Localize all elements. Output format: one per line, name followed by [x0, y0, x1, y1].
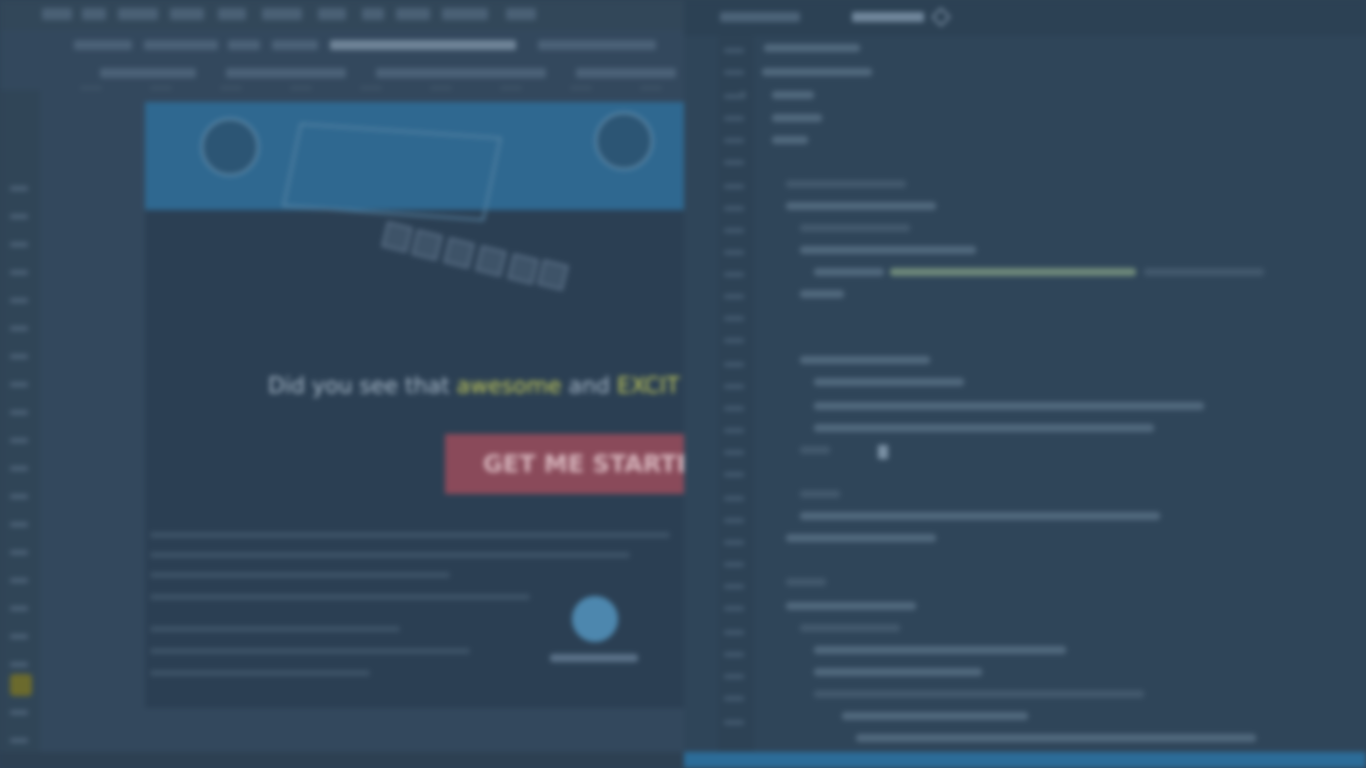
menu-item[interactable] — [318, 8, 346, 20]
menu-item[interactable] — [262, 8, 302, 20]
promo-highlight: awesome — [456, 374, 562, 399]
avatar-label — [550, 654, 638, 662]
code-content[interactable] — [740, 36, 1366, 752]
hero-circle-icon — [595, 112, 653, 170]
editor-tab-active[interactable] — [852, 12, 924, 24]
menu-item[interactable] — [506, 8, 536, 20]
menu-item[interactable] — [118, 8, 158, 20]
editor-tab[interactable] — [720, 12, 800, 24]
editor-status-bar — [684, 752, 1366, 768]
toolbar-segment[interactable] — [144, 40, 218, 50]
status-bar — [0, 752, 684, 768]
promo-headline: Did you see that awesome and EXCIT — [268, 374, 684, 399]
url-field[interactable] — [330, 40, 516, 50]
ruler — [60, 86, 680, 94]
menu-item[interactable] — [218, 8, 246, 20]
toolbar-segment[interactable] — [538, 40, 656, 50]
toolbar-segment[interactable] — [74, 40, 132, 50]
promo-connector: and — [568, 374, 610, 399]
keys-illustration — [380, 218, 580, 291]
menu-item[interactable] — [442, 8, 488, 20]
get-started-button[interactable]: GET ME STARTE — [445, 434, 684, 494]
toolbar-segment[interactable] — [228, 40, 260, 50]
blurred-desktop: Did you see that awesome and EXCIT GET M… — [0, 0, 1366, 768]
promo-prefix: Did you see that — [268, 374, 450, 399]
toolbar-segment[interactable] — [272, 40, 318, 50]
menu-item[interactable] — [82, 8, 106, 20]
close-icon[interactable] — [931, 7, 951, 27]
bookmark-item[interactable] — [226, 68, 346, 78]
bookmark-item[interactable] — [576, 68, 676, 78]
text-cursor — [878, 445, 888, 459]
promo-highlight: EXCIT — [616, 374, 680, 399]
editor-tab-bar — [684, 0, 1366, 36]
keyboard-illustration — [282, 122, 502, 222]
preview-pane: Did you see that awesome and EXCIT GET M… — [0, 0, 684, 768]
line-gutter — [0, 90, 40, 768]
menu-bar — [0, 0, 684, 30]
editor-line-numbers — [718, 36, 754, 752]
menu-item[interactable] — [362, 8, 384, 20]
hero-circle-icon — [201, 118, 259, 176]
bookmark-bar — [60, 68, 680, 82]
bookmark-item[interactable] — [376, 68, 546, 78]
code-editor — [684, 0, 1366, 768]
bookmark-item[interactable] — [100, 68, 196, 78]
menu-item[interactable] — [170, 8, 204, 20]
gutter-warning-icon[interactable] — [10, 674, 32, 696]
menu-item[interactable] — [42, 8, 72, 20]
avatar-icon — [572, 596, 618, 642]
menu-item[interactable] — [396, 8, 430, 20]
address-toolbar — [60, 40, 680, 54]
